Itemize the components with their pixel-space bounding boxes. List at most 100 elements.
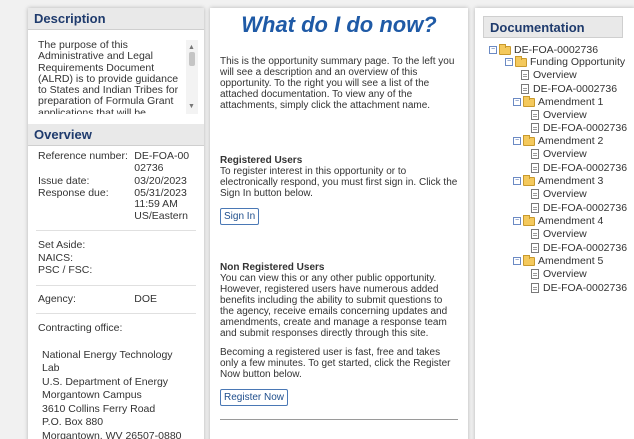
response-value: 05/31/2023 11:59 AM US/Eastern xyxy=(134,186,188,222)
collapse-toggle-icon[interactable]: − xyxy=(513,257,521,265)
tree-file-label[interactable]: DE-FOA-0002736 xyxy=(543,202,627,214)
tree-folder[interactable]: − Amendment 2 xyxy=(513,134,603,147)
description-scroll-box[interactable]: The purpose of this Administrative and L… xyxy=(38,40,198,114)
tree-file-label[interactable]: Overview xyxy=(533,69,577,81)
main-panel: What do I do now? This is the opportunit… xyxy=(210,8,468,439)
collapse-toggle-icon[interactable]: − xyxy=(513,137,521,145)
folder-icon xyxy=(523,134,535,146)
register-now-button[interactable]: Register Now xyxy=(220,389,289,406)
tree-file[interactable]: DE-FOA-0002736 xyxy=(531,122,627,134)
folder-icon xyxy=(499,43,511,55)
tree-root[interactable]: − DE-FOA-0002736 xyxy=(489,43,598,56)
contracting-office-address: National Energy Technology Lab U.S. Depa… xyxy=(28,349,204,439)
address-line: Morgantown Campus xyxy=(42,389,142,401)
contracting-office-label: Contracting office: xyxy=(38,322,123,334)
document-icon xyxy=(531,149,539,159)
tree-folder-label[interactable]: Amendment 5 xyxy=(538,255,603,267)
tree-file-label[interactable]: Overview xyxy=(543,109,587,121)
tree-file[interactable]: DE-FOA-0002736 xyxy=(531,202,627,214)
tree-file-label[interactable]: Overview xyxy=(543,268,587,280)
tree-file-label[interactable]: DE-FOA-0002736 xyxy=(543,282,627,294)
sign-in-button[interactable]: Sign In xyxy=(220,208,260,225)
tree-file[interactable]: Overview xyxy=(531,188,587,200)
collapse-toggle-icon[interactable]: − xyxy=(513,217,521,225)
tree-file-label[interactable]: DE-FOA-0002736 xyxy=(543,242,627,254)
registered-users-text: To register interest in this opportunity… xyxy=(220,166,458,199)
tree-folder[interactable]: − Amendment 5 xyxy=(513,254,603,267)
tree-root-label[interactable]: DE-FOA-0002736 xyxy=(514,44,598,56)
scroll-down-icon[interactable]: ▼ xyxy=(188,101,195,112)
document-icon xyxy=(531,163,539,173)
tree-folder[interactable]: − Funding Opportunity xyxy=(505,55,625,68)
intro-text: This is the opportunity summary page. To… xyxy=(220,56,455,111)
document-icon xyxy=(521,84,529,94)
tree-file-label[interactable]: DE-FOA-0002736 xyxy=(543,162,627,174)
tree-file[interactable]: DE-FOA-0002736 xyxy=(531,242,627,254)
document-icon xyxy=(531,269,539,279)
tree-folder[interactable]: − Amendment 4 xyxy=(513,214,603,227)
tree-folder-label[interactable]: Amendment 4 xyxy=(538,215,603,227)
tree-folder-label[interactable]: Amendment 2 xyxy=(538,135,603,147)
reference-value: DE-FOA-0002736 xyxy=(134,150,190,174)
tree-folder-label[interactable]: Amendment 3 xyxy=(538,175,603,187)
agency-row: Agency: DOE xyxy=(28,292,204,306)
tree-file[interactable]: Overview xyxy=(531,109,587,121)
page-title: What do I do now? xyxy=(241,12,437,37)
collapse-toggle-icon[interactable]: − xyxy=(505,58,513,66)
divider xyxy=(36,313,196,314)
issue-value: 03/20/2023 xyxy=(134,175,187,187)
reference-row: Reference number: DE-FOA-0002736 xyxy=(28,150,204,174)
document-icon xyxy=(531,123,539,133)
reference-label: Reference number: xyxy=(38,150,128,162)
document-icon xyxy=(531,189,539,199)
tree-folder[interactable]: − Amendment 1 xyxy=(513,95,603,108)
set-aside-label: Set Aside: xyxy=(38,239,86,251)
tree-file-label[interactable]: Overview xyxy=(543,228,587,240)
address-line: Morgantown, WV 26507-0880 xyxy=(42,429,182,439)
tree-file-label[interactable]: Overview xyxy=(543,148,587,160)
address-line: 3610 Collins Ferry Road xyxy=(42,402,156,415)
document-icon xyxy=(521,70,529,80)
naics-label: NAICS: xyxy=(38,251,74,264)
divider xyxy=(36,284,196,286)
divider xyxy=(36,230,196,231)
issue-label: Issue date: xyxy=(38,175,90,187)
agency-label: Agency: xyxy=(38,292,76,305)
description-scrollbar[interactable]: ▲ ▼ xyxy=(186,40,198,114)
tree-file[interactable]: Overview xyxy=(531,268,587,280)
response-label: Response due: xyxy=(38,186,109,199)
documentation-heading: Documentation xyxy=(483,16,623,38)
tree-folder-label[interactable]: Amendment 1 xyxy=(538,96,603,108)
address-line: National Energy Technology Lab xyxy=(42,348,173,375)
tree-file[interactable]: DE-FOA-0002736 xyxy=(531,282,627,294)
tree-file-label[interactable]: DE-FOA-0002736 xyxy=(543,122,627,134)
non-registered-users-text: You can view this or any other public op… xyxy=(220,273,448,339)
folder-icon xyxy=(523,95,535,107)
tree-file[interactable]: DE-FOA-0002736 xyxy=(521,83,617,95)
non-registered-users-heading: Non Registered Users xyxy=(220,262,325,273)
collapse-toggle-icon[interactable]: − xyxy=(513,177,521,185)
description-text: The purpose of this Administrative and L… xyxy=(38,40,179,114)
tree-folder-label[interactable]: Funding Opportunity xyxy=(530,56,625,68)
tree-file[interactable]: DE-FOA-0002736 xyxy=(531,162,627,174)
psc-label: PSC / FSC: xyxy=(38,264,93,276)
tree-file-label[interactable]: Overview xyxy=(543,188,587,200)
left-panel: Description The purpose of this Administ… xyxy=(28,8,204,439)
tree-folder[interactable]: − Amendment 3 xyxy=(513,174,603,187)
folder-icon xyxy=(523,174,535,186)
document-icon xyxy=(531,229,539,239)
tree-file-label[interactable]: DE-FOA-0002736 xyxy=(533,83,617,95)
folder-icon xyxy=(523,214,535,226)
register-info-text: Becoming a registered user is fast, free… xyxy=(220,347,451,380)
scroll-thumb[interactable] xyxy=(189,52,195,66)
tree-file[interactable]: Overview xyxy=(531,228,587,240)
document-icon xyxy=(531,283,539,293)
collapse-toggle-icon[interactable]: − xyxy=(489,46,497,54)
document-icon xyxy=(531,110,539,120)
registered-users-heading: Registered Users xyxy=(220,155,303,166)
tree-file[interactable]: Overview xyxy=(531,148,587,160)
description-heading: Description xyxy=(28,8,204,30)
collapse-toggle-icon[interactable]: − xyxy=(513,98,521,106)
response-row: Response due: 05/31/2023 11:59 AM US/Eas… xyxy=(28,186,204,223)
tree-file[interactable]: Overview xyxy=(521,69,577,81)
